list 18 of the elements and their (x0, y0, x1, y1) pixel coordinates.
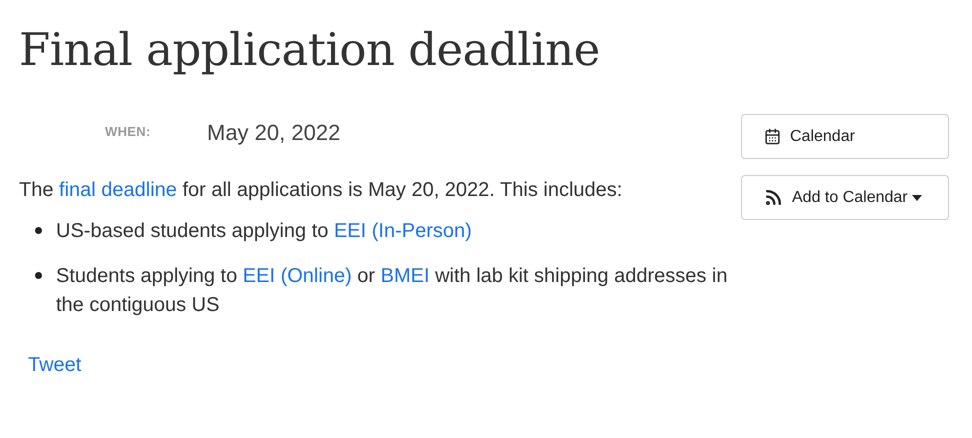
calendar-button[interactable]: Calendar (741, 114, 949, 159)
list-item-text: US-based students applying to EEI (In-Person) (56, 219, 472, 244)
calendar-icon (764, 128, 781, 145)
bullet-icon (35, 272, 42, 279)
list-item-text: Students applying to EEI (Online) or BMEI with lab kit shipping addresses in the contiguous US (56, 264, 728, 318)
when-label: WHEN: (105, 123, 152, 142)
text-link[interactable]: EEI (Online) (242, 265, 352, 287)
tweet-link[interactable]: Tweet (28, 350, 82, 380)
add-to-calendar-button[interactable]: Add to Calendar (741, 175, 949, 220)
text-link[interactable]: final deadline (59, 179, 177, 201)
bullet-icon (35, 227, 42, 234)
description-text: The final deadline for all applications is May 20, 2022. This includes: (19, 178, 624, 203)
rss-feed-icon (764, 188, 783, 207)
text-link[interactable]: EEI (In-Person) (334, 220, 472, 242)
text-link[interactable]: BMEI (380, 265, 430, 287)
page-title: Final application deadline (19, 22, 601, 72)
caret-icon (912, 194, 922, 200)
event-date: May 20, 2022 (207, 118, 340, 147)
